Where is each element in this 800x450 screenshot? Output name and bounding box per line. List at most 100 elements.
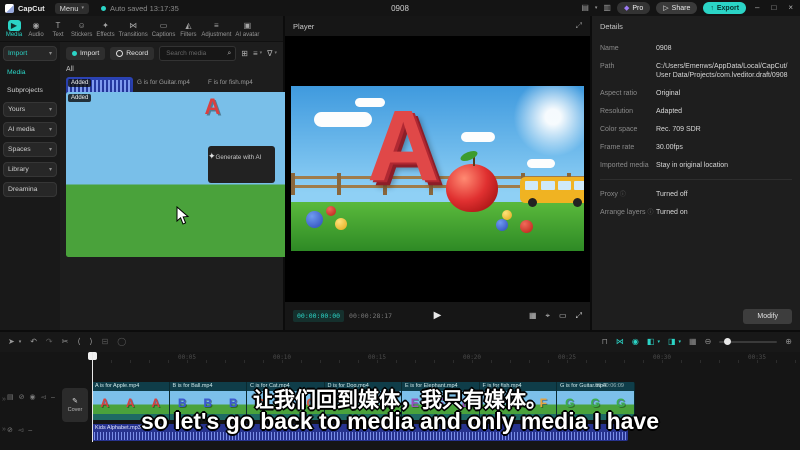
- ratio-icon[interactable]: ▦: [529, 312, 537, 320]
- stickers-icon: ☺: [77, 20, 86, 30]
- details-panel: Details Name 0908 Path C:/Users/Emenws/AppD…: [592, 16, 800, 330]
- effects-icon: ✦: [102, 20, 109, 30]
- tab-stickers[interactable]: ☺ Stickers: [71, 20, 92, 38]
- maximize-button[interactable]: □: [768, 4, 779, 12]
- detail-row-name: Name 0908: [600, 45, 672, 52]
- tab-media[interactable]: ▶ Media: [5, 19, 23, 38]
- tab-adjustment[interactable]: ≡ Adjustment: [201, 20, 231, 38]
- delete-icon[interactable]: ⊟: [102, 338, 109, 346]
- zoom-out-icon[interactable]: ⊖: [705, 338, 712, 346]
- delete-right-icon[interactable]: ⟩: [89, 338, 92, 346]
- mirror-icon[interactable]: ◯: [117, 338, 126, 346]
- link-clips-icon[interactable]: ◉: [632, 338, 639, 346]
- undo-icon[interactable]: ↶: [30, 338, 37, 346]
- titlebar: CapCut Menu ▾ Auto saved 13:17:35 0908 ▤…: [0, 0, 800, 16]
- chevron-down-icon: ▾: [81, 4, 84, 11]
- expand-player-icon[interactable]: ⤢: [576, 22, 582, 30]
- preview-axis-icon[interactable]: ▦: [689, 338, 697, 346]
- ai-avatar-icon: ▣: [243, 20, 252, 30]
- tab-effects[interactable]: ✦ Effects: [96, 20, 114, 38]
- layout-toggle-icon[interactable]: ▤: [581, 4, 589, 12]
- timeline-zoom-slider[interactable]: [719, 338, 778, 345]
- chevron-down-icon: ▾: [48, 166, 52, 173]
- chevron-down-icon: ▾: [657, 338, 660, 345]
- autosave-status: Auto saved 13:17:35: [100, 4, 179, 13]
- media-item-generate-with-ai[interactable]: ✦Generate with AI: [208, 146, 275, 183]
- export-up-icon: ↑: [710, 4, 714, 12]
- fit-canvas-icon[interactable]: ⌖: [546, 312, 551, 320]
- panel-layout-icon[interactable]: ▥: [603, 4, 611, 12]
- tab-audio[interactable]: ◉ Audio: [27, 20, 45, 38]
- adjustment-icon: ≡: [214, 20, 219, 30]
- chevron-down-icon[interactable]: ▾: [19, 339, 22, 345]
- filter-icon[interactable]: ∇: [267, 49, 272, 58]
- redo-icon[interactable]: ↷: [46, 338, 53, 346]
- sort-icon[interactable]: ≡: [253, 49, 258, 58]
- media-item-a-is-for-apple-mp4[interactable]: AAddedA is for Apple.mp4: [66, 92, 359, 257]
- ruler-label: 00:05: [177, 354, 197, 361]
- close-button[interactable]: ×: [785, 4, 796, 12]
- video-frame: A: [291, 86, 584, 251]
- media-content: Import Record ⌕ ⊞ ≡▾ ∇▾ All AddedKids Al…: [60, 42, 359, 330]
- detail-row-aspect-ratio: Aspect ratio Original: [600, 90, 681, 98]
- text-icon: T: [55, 20, 61, 30]
- app-name: CapCut: [18, 3, 45, 13]
- delete-left-icon[interactable]: ⟨: [77, 338, 80, 346]
- magnet-off-icon[interactable]: ⊓: [602, 338, 608, 346]
- preview-quality-icon[interactable]: ▭: [559, 312, 567, 320]
- media-toolbar: Import Record ⌕ ⊞ ≡▾ ∇▾: [60, 42, 283, 63]
- info-icon: ⓘ: [647, 209, 654, 216]
- chevron-down-icon: ▾: [259, 50, 263, 56]
- transitions-icon: ⋈: [129, 20, 138, 30]
- sidebar-item-ai-media[interactable]: AI media ▾: [3, 122, 57, 137]
- tab-captions[interactable]: ▭ Captions: [152, 20, 176, 38]
- subtitle-line-english: so let's go back to media and only media…: [140, 408, 659, 434]
- split-icon[interactable]: ✂: [62, 338, 69, 346]
- grid-view-icon[interactable]: ⊞: [241, 49, 248, 58]
- sidebar-item-import[interactable]: Import ▾: [3, 46, 57, 61]
- sidebar-item-media[interactable]: Media: [3, 66, 57, 79]
- cloud: [314, 112, 373, 128]
- minimize-button[interactable]: –: [752, 4, 762, 12]
- generate-with-ai-tile[interactable]: ✦Generate with AI: [208, 146, 275, 183]
- import-button[interactable]: Import: [66, 47, 106, 60]
- search-icon: ⌕: [227, 50, 232, 57]
- tab-transitions[interactable]: ⋈ Transitions: [119, 20, 148, 38]
- tab-filters[interactable]: ◭ Filters: [179, 20, 197, 38]
- search-input[interactable]: [164, 49, 225, 58]
- sidebar-item-yours[interactable]: Yours ▾: [3, 102, 57, 117]
- detail-row-frame-rate: Frame rate 30.00fps: [600, 144, 683, 152]
- snapping-icon[interactable]: ⋈: [616, 338, 624, 346]
- modify-button[interactable]: Modify: [743, 309, 792, 324]
- detail-row-color-space: Color space Rec. 709 SDR: [600, 126, 701, 134]
- tab-ai-avatar[interactable]: ▣ AI avatar: [235, 20, 259, 38]
- detail-row-arrange-layers: Arrange layers ⓘ Turned on: [600, 208, 688, 216]
- zoom-slider-handle[interactable]: [724, 338, 732, 345]
- sidebar-item-library[interactable]: Library ▾: [3, 162, 57, 177]
- player-title: Player: [293, 21, 315, 31]
- chevron-down-icon[interactable]: ▾: [595, 5, 598, 11]
- ribbon-tabs: ▶ Media ◉ Audio T Text ☺ Stickers ✦ Effects ⋈ Trans…: [0, 16, 283, 42]
- sidebar-item-dreamina[interactable]: Dreamina: [3, 182, 57, 197]
- export-button[interactable]: ↑ Export: [703, 2, 747, 14]
- ai-sparkle-icon: ✦: [208, 151, 216, 161]
- preview-mode-icon[interactable]: ◧: [647, 338, 655, 346]
- fullscreen-icon[interactable]: ⤢: [576, 312, 582, 320]
- audio-mode-icon[interactable]: ◨: [668, 338, 676, 346]
- select-tool-icon[interactable]: ➤: [8, 338, 15, 346]
- detail-row-imported-media: Imported media Stay in original location: [600, 162, 728, 170]
- sidebar-item-spaces[interactable]: Spaces ▾: [3, 142, 57, 157]
- player-canvas[interactable]: A: [285, 36, 590, 302]
- zoom-in-icon[interactable]: ⊕: [785, 338, 792, 346]
- pro-button[interactable]: ◆ Pro: [616, 2, 651, 14]
- play-button[interactable]: ▶: [434, 311, 442, 321]
- sidebar-item-subprojects[interactable]: Subprojects: [3, 84, 57, 97]
- tab-text[interactable]: T Text: [49, 20, 67, 38]
- record-button[interactable]: Record: [110, 47, 155, 60]
- timeline-ruler[interactable]: 00:05 00:10 00:15 00:20 00:25 00:30 00:35: [0, 352, 800, 364]
- chevron-down-icon: ▾: [274, 50, 277, 56]
- search-box[interactable]: ⌕: [159, 46, 237, 61]
- share-button[interactable]: ▷ Share: [656, 2, 698, 14]
- menu-button[interactable]: Menu ▾: [54, 2, 89, 14]
- media-item-name: F is for fish.mp4: [208, 79, 253, 86]
